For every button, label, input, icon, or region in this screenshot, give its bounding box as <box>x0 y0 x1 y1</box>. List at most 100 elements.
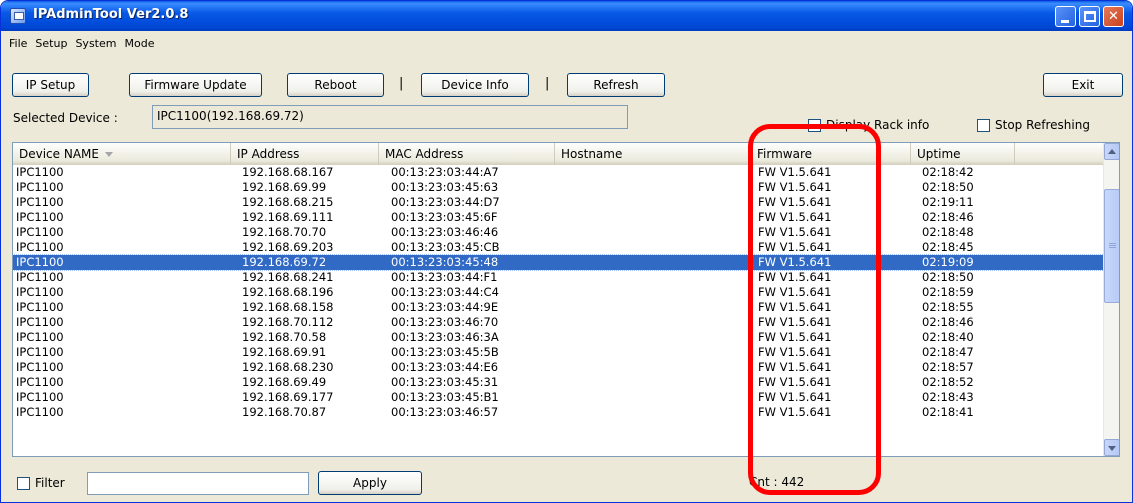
table-row[interactable]: IPC1100 192.168.70.58 00:13:23:03:46:3A FW … <box>13 330 1104 345</box>
cell-firmware: FW V1.5.641 <box>758 255 832 269</box>
table-row[interactable]: IPC1100 192.168.69.177 00:13:23:03:45:B1 FW… <box>13 390 1104 405</box>
table-row[interactable]: IPC1100 192.168.68.158 00:13:23:03:44:9E FW… <box>13 300 1104 315</box>
cell-mac-address: 00:13:23:03:45:B1 <box>391 390 499 404</box>
firmware-update-button[interactable]: Firmware Update <box>129 73 262 97</box>
column-header-mac-address[interactable]: MAC Address <box>379 143 555 165</box>
ip-setup-button[interactable]: IP Setup <box>12 73 89 97</box>
close-button[interactable]: ✕ <box>1103 6 1124 27</box>
cell-device-name: IPC1100 <box>16 165 64 179</box>
scroll-up-button[interactable] <box>1104 143 1119 160</box>
cell-uptime: 02:18:46 <box>922 315 974 329</box>
table-row[interactable]: IPC1100 192.168.69.99 00:13:23:03:45:63 FW … <box>13 180 1104 195</box>
table-row[interactable]: IPC1100 192.168.69.91 00:13:23:03:45:5B FW … <box>13 345 1104 360</box>
exit-button[interactable]: Exit <box>1043 73 1123 97</box>
cell-mac-address: 00:13:23:03:44:9E <box>391 300 499 314</box>
cell-uptime: 02:18:50 <box>922 270 974 284</box>
cell-ip-address: 192.168.70.70 <box>242 225 327 239</box>
table-row[interactable]: IPC1100 192.168.69.49 00:13:23:03:45:31 FW … <box>13 375 1104 390</box>
menu-file[interactable]: File <box>5 35 31 53</box>
table-row[interactable]: IPC1100 192.168.70.87 00:13:23:03:46:57 FW … <box>13 405 1104 420</box>
column-header-uptime[interactable]: Uptime <box>911 143 1015 165</box>
toolbar-separator: | <box>399 76 404 91</box>
cell-firmware: FW V1.5.641 <box>758 195 832 209</box>
cell-mac-address: 00:13:23:03:44:C4 <box>391 285 499 299</box>
cell-uptime: 02:18:43 <box>922 390 974 404</box>
vertical-scrollbar[interactable] <box>1103 143 1119 456</box>
cell-uptime: 02:18:48 <box>922 225 974 239</box>
title-bar[interactable]: IPAdminTool Ver2.0.8 ✕ <box>1 1 1132 31</box>
table-row[interactable]: IPC1100 192.168.68.230 00:13:23:03:44:E6 FW… <box>13 360 1104 375</box>
sort-down-icon <box>104 152 113 157</box>
cell-firmware: FW V1.5.641 <box>758 390 832 404</box>
cell-firmware: FW V1.5.641 <box>758 360 832 374</box>
table-row[interactable]: IPC1100 192.168.68.241 00:13:23:03:44:F1 FW… <box>13 270 1104 285</box>
table-row[interactable]: IPC1100 192.168.68.215 00:13:23:03:44:D7 FW… <box>13 195 1104 210</box>
cell-uptime: 02:18:52 <box>922 375 974 389</box>
cell-ip-address: 192.168.69.203 <box>242 240 334 254</box>
cell-firmware: FW V1.5.641 <box>758 240 832 254</box>
column-header-device-name[interactable]: Device NAME <box>13 143 231 165</box>
device-table[interactable]: Device NAME IP Address MAC Address Hostn… <box>12 142 1120 457</box>
device-info-button[interactable]: Device Info <box>421 73 529 97</box>
stop-refreshing-checkbox[interactable] <box>977 119 990 132</box>
scroll-up-arrow-icon <box>1108 149 1116 154</box>
column-header-hostname[interactable]: Hostname <box>555 143 751 165</box>
minimize-button[interactable] <box>1055 6 1076 27</box>
menu-mode[interactable]: Mode <box>120 35 158 53</box>
cell-mac-address: 00:13:23:03:44:A7 <box>391 165 499 179</box>
cell-ip-address: 192.168.69.91 <box>242 345 327 359</box>
cell-uptime: 02:18:50 <box>922 180 974 194</box>
table-row[interactable]: IPC1100 192.168.70.112 00:13:23:03:46:70 FW… <box>13 315 1104 330</box>
cell-device-name: IPC1100 <box>16 240 64 254</box>
cell-firmware: FW V1.5.641 <box>758 315 832 329</box>
selected-device-field: IPC1100(192.168.69.72) <box>152 105 628 129</box>
reboot-button[interactable]: Reboot <box>287 73 384 97</box>
cell-device-name: IPC1100 <box>16 285 64 299</box>
menu-system[interactable]: System <box>71 35 120 53</box>
cell-device-name: IPC1100 <box>16 255 64 269</box>
cell-mac-address: 00:13:23:03:44:F1 <box>391 270 498 284</box>
table-row-selected[interactable]: IPC1100 192.168.69.72 00:13:23:03:45:48 FW … <box>13 254 1105 271</box>
thumb-grip <box>1109 245 1116 246</box>
cell-firmware: FW V1.5.641 <box>758 285 832 299</box>
cell-uptime: 02:18:47 <box>922 345 974 359</box>
cell-ip-address: 192.168.68.241 <box>242 270 334 284</box>
table-row[interactable]: IPC1100 192.168.69.203 00:13:23:03:45:CB FW… <box>13 240 1104 255</box>
column-header-firmware[interactable]: Firmware <box>751 143 911 165</box>
cell-ip-address: 192.168.68.230 <box>242 360 334 374</box>
refresh-button[interactable]: Refresh <box>567 73 665 97</box>
menu-bar: File Setup System Mode <box>5 35 158 53</box>
table-row[interactable]: IPC1100 192.168.68.196 00:13:23:03:44:C4 FW… <box>13 285 1104 300</box>
table-row[interactable]: IPC1100 192.168.69.111 00:13:23:03:45:6F FW… <box>13 210 1104 225</box>
cell-device-name: IPC1100 <box>16 330 64 344</box>
cell-device-name: IPC1100 <box>16 210 64 224</box>
cell-firmware: FW V1.5.641 <box>758 180 832 194</box>
cell-uptime: 02:18:59 <box>922 285 974 299</box>
table-row[interactable]: IPC1100 192.168.70.70 00:13:23:03:46:46 FW … <box>13 225 1104 240</box>
cell-uptime: 02:19:11 <box>922 195 974 209</box>
table-row[interactable]: IPC1100 192.168.68.167 00:13:23:03:44:A7 FW… <box>13 165 1104 180</box>
display-rack-info-checkbox[interactable] <box>808 119 821 132</box>
scroll-down-button[interactable] <box>1104 439 1119 456</box>
cell-firmware: FW V1.5.641 <box>758 165 832 179</box>
scroll-down-arrow-icon <box>1108 446 1116 451</box>
scrollbar-thumb[interactable] <box>1104 189 1119 303</box>
cell-mac-address: 00:13:23:03:44:D7 <box>391 195 500 209</box>
cell-mac-address: 00:13:23:03:44:E6 <box>391 360 499 374</box>
cell-firmware: FW V1.5.641 <box>758 345 832 359</box>
filter-input[interactable] <box>87 472 309 495</box>
cell-ip-address: 192.168.70.58 <box>242 330 327 344</box>
apply-button[interactable]: Apply <box>318 471 422 495</box>
cell-mac-address: 00:13:23:03:45:31 <box>391 375 499 389</box>
column-header-ip-address[interactable]: IP Address <box>231 143 379 165</box>
cell-firmware: FW V1.5.641 <box>758 270 832 284</box>
cell-device-name: IPC1100 <box>16 405 64 419</box>
menu-setup[interactable]: Setup <box>31 35 71 53</box>
maximize-button[interactable] <box>1079 6 1100 27</box>
cell-device-name: IPC1100 <box>16 390 64 404</box>
filter-checkbox[interactable] <box>17 477 30 490</box>
cell-ip-address: 192.168.68.196 <box>242 285 334 299</box>
selected-device-label: Selected Device : <box>13 111 118 125</box>
cell-ip-address: 192.168.70.112 <box>242 315 334 329</box>
cell-ip-address: 192.168.69.49 <box>242 375 327 389</box>
